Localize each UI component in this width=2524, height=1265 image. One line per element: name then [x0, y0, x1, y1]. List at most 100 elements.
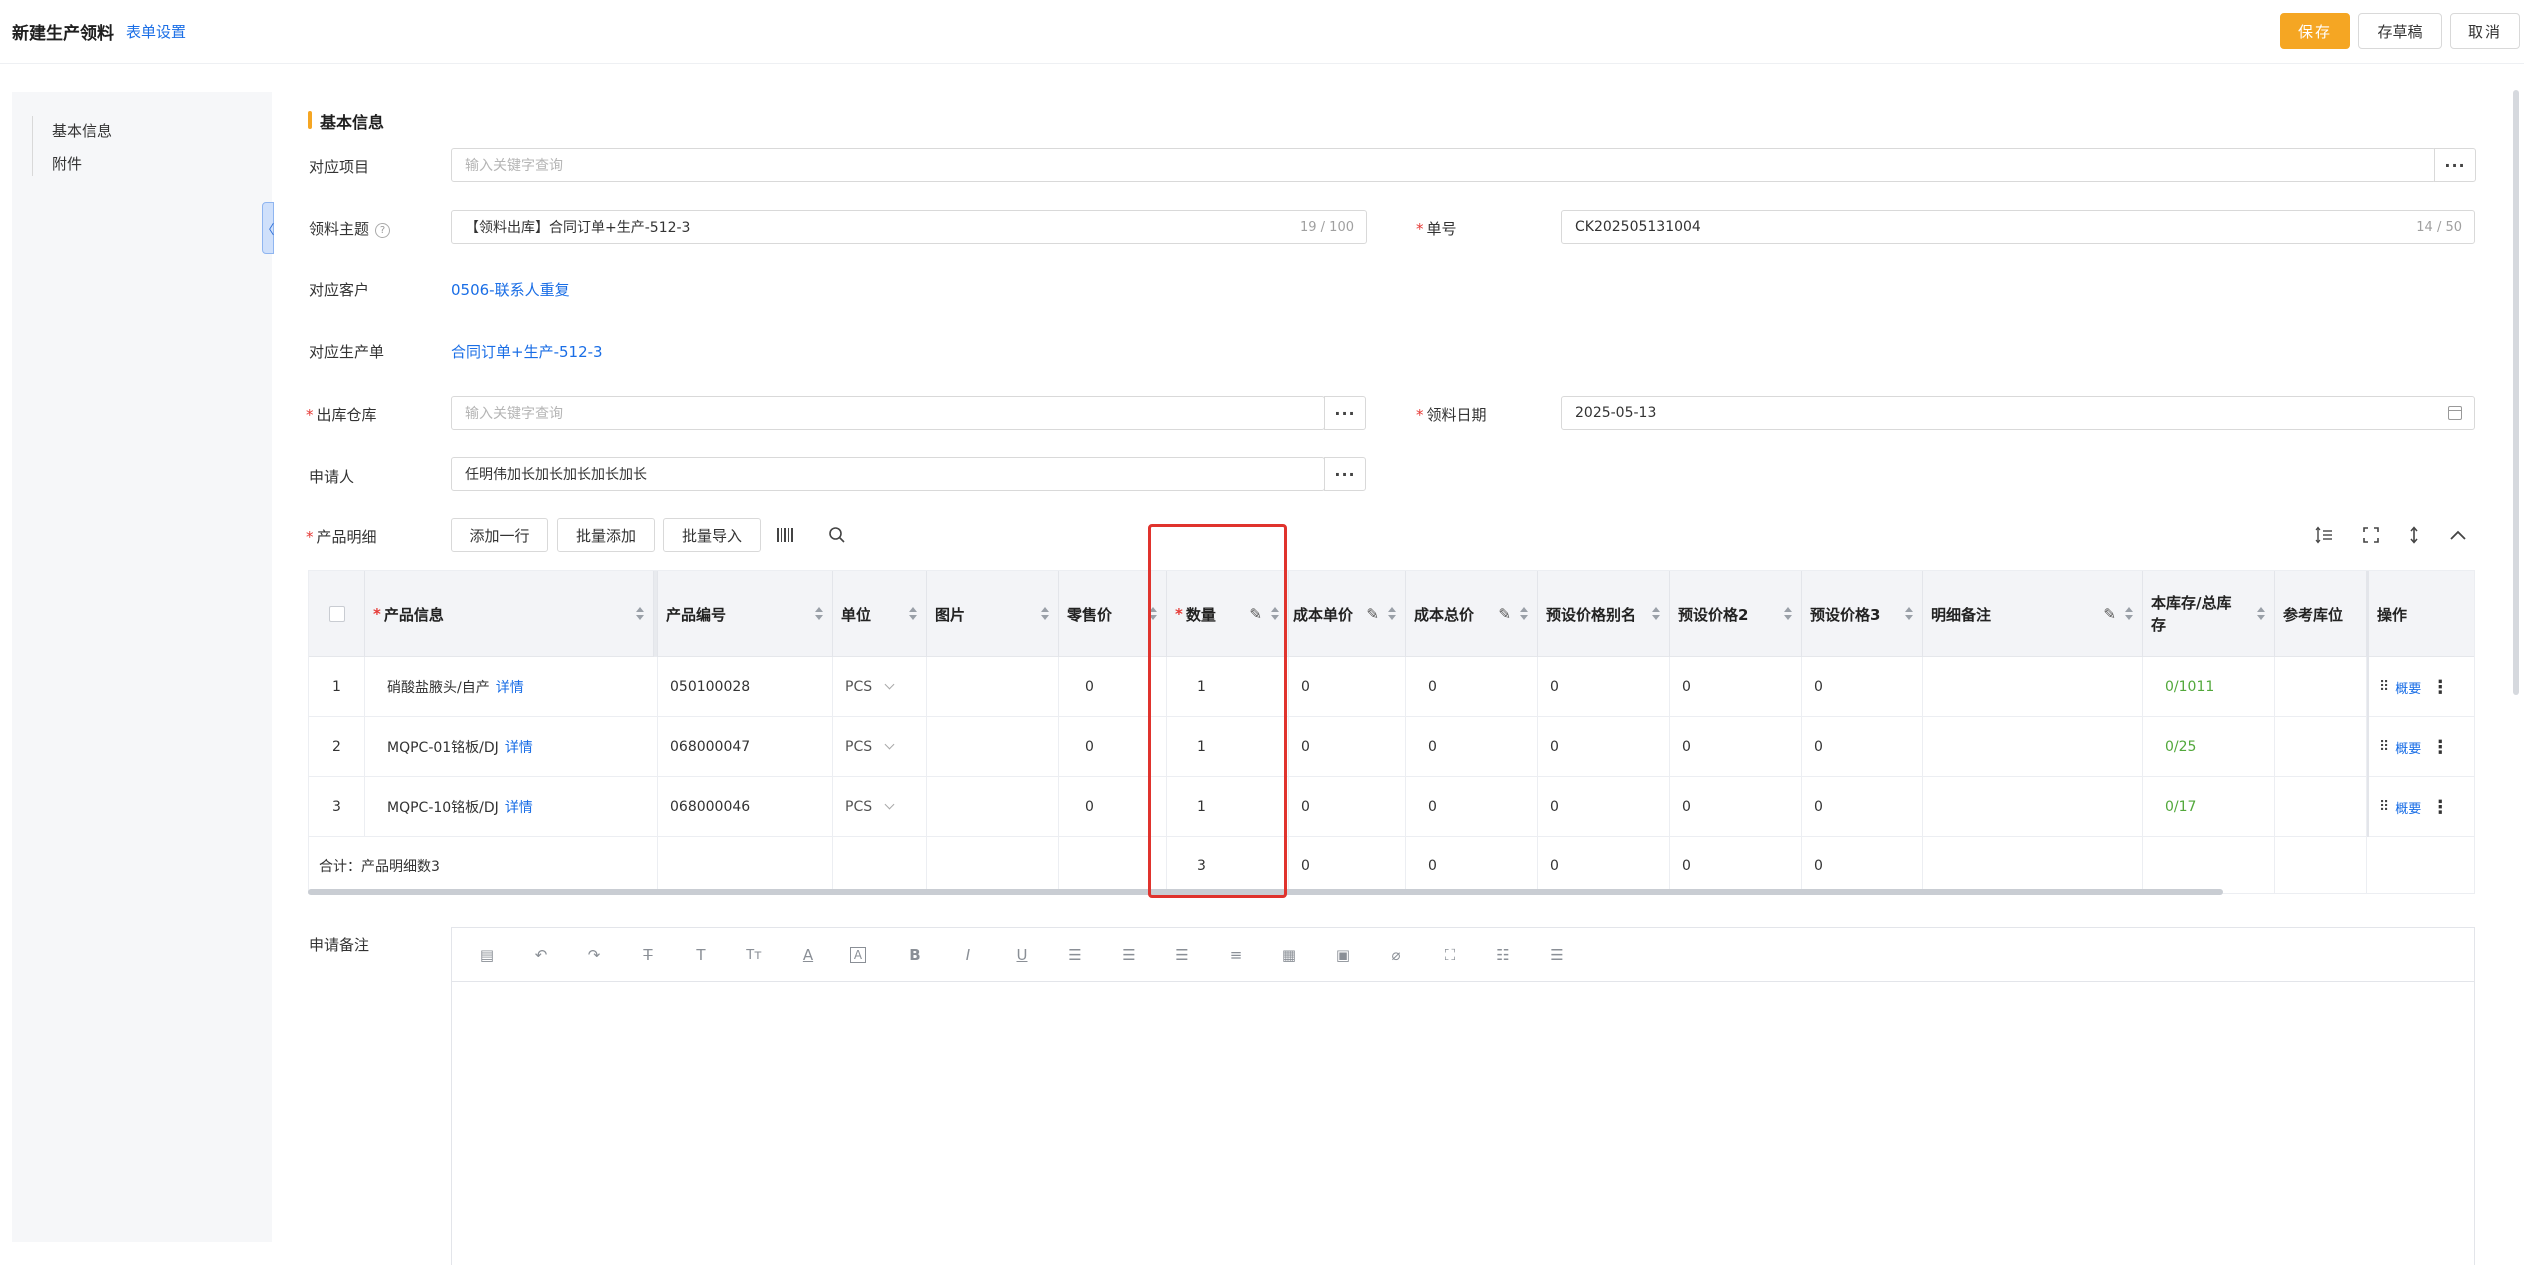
warehouse-input[interactable]: 输入关键字查询 [451, 396, 1325, 430]
col-unit-cost[interactable]: 成本单价 ✎ [1289, 571, 1406, 657]
more-vertical-icon[interactable]: ⋮ [2431, 677, 2449, 698]
col-unit[interactable]: 单位 [833, 571, 927, 657]
quantity-cell[interactable]: 1 [1167, 777, 1289, 837]
unit-value[interactable]: PCS [845, 739, 895, 755]
ref-location-cell[interactable] [2275, 657, 2367, 717]
sort-icon[interactable] [635, 607, 645, 621]
chevron-down-icon[interactable] [884, 739, 895, 750]
more-vertical-icon[interactable]: ⋮ [2431, 797, 2449, 818]
ordered-list-icon[interactable]: ☷ [1492, 944, 1514, 966]
col-total-cost[interactable]: 成本总价 ✎ [1406, 571, 1538, 657]
font-family-icon[interactable]: T [690, 944, 712, 966]
project-more-button[interactable]: ··· [2434, 148, 2476, 182]
col-line-remark[interactable]: 明细备注 ✎ [1923, 571, 2143, 657]
row-height-icon[interactable] [2313, 524, 2335, 546]
edit-icon[interactable]: ✎ [1249, 605, 1262, 623]
subject-input[interactable]: 【领料出库】合同订单+生产-512-3 19 / 100 [451, 210, 1367, 244]
edit-icon[interactable]: ✎ [2103, 605, 2116, 623]
edit-icon[interactable]: ✎ [1366, 605, 1379, 623]
col-preset-alias[interactable]: 预设价格别名 [1538, 571, 1670, 657]
expand-vertical-icon[interactable] [2403, 524, 2425, 546]
batch-import-button[interactable]: 批量导入 [663, 518, 761, 552]
sort-icon[interactable] [1904, 607, 1914, 621]
product-image[interactable] [927, 777, 1059, 837]
warehouse-more-button[interactable]: ··· [1324, 396, 1366, 430]
fullscreen-icon[interactable]: ⛶ [1439, 944, 1461, 966]
product-detail-link[interactable]: 详情 [505, 737, 533, 757]
drag-handle-icon[interactable]: ⠿ [2379, 679, 2389, 695]
col-quantity[interactable]: * 数量 ✎ [1167, 571, 1289, 657]
help-icon[interactable]: ? [375, 223, 391, 238]
col-product-code[interactable]: 产品编号 [658, 571, 833, 657]
sort-icon[interactable] [1651, 607, 1661, 621]
unit-select[interactable]: PCS [833, 657, 927, 717]
more-vertical-icon[interactable]: ⋮ [2431, 737, 2449, 758]
product-detail-link[interactable]: 详情 [496, 677, 524, 697]
unit-cost-cell[interactable]: 0 [1289, 657, 1406, 717]
unordered-list-icon[interactable]: ☰ [1546, 944, 1568, 966]
collapse-sidebar-button[interactable]: 〈 [262, 202, 275, 254]
sort-icon[interactable] [2256, 607, 2266, 621]
applicant-input[interactable]: 任明伟加长加长加长加长加长 [451, 457, 1325, 491]
save-draft-button[interactable]: 存草稿 [2358, 13, 2442, 49]
unit-cost-cell[interactable]: 0 [1289, 717, 1406, 777]
calendar-icon[interactable] [2448, 406, 2462, 420]
align-right-icon[interactable]: ☰ [1171, 944, 1193, 966]
sort-icon[interactable] [1148, 607, 1158, 621]
edit-icon[interactable]: ✎ [1498, 605, 1511, 623]
sort-icon[interactable] [1783, 607, 1793, 621]
search-icon[interactable] [826, 524, 848, 546]
summary-link[interactable]: 概要 [2395, 738, 2421, 757]
undo-icon[interactable]: ↶ [530, 944, 552, 966]
line-remark-cell[interactable] [1923, 717, 2143, 777]
align-left-icon[interactable]: ☰ [1064, 944, 1086, 966]
production-order-link[interactable]: 合同订单+生产-512-3 [451, 341, 603, 362]
unit-select[interactable]: PCS [833, 777, 927, 837]
date-input[interactable]: 2025-05-13 [1561, 396, 2475, 430]
font-color-icon[interactable]: A [797, 944, 819, 966]
add-row-button[interactable]: 添加一行 [451, 518, 548, 552]
batch-add-button[interactable]: 批量添加 [557, 518, 655, 552]
sort-icon[interactable] [1270, 607, 1280, 621]
sort-icon[interactable] [1519, 607, 1529, 621]
cancel-button[interactable]: 取消 [2450, 13, 2520, 49]
underline-icon[interactable]: U [1011, 944, 1033, 966]
strikethrough-icon[interactable]: T [637, 944, 659, 966]
customer-link[interactable]: 0506-联系人重复 [451, 279, 570, 300]
line-remark-cell[interactable] [1923, 657, 2143, 717]
col-preset-price-2[interactable]: 预设价格2 [1670, 571, 1802, 657]
applicant-more-button[interactable]: ··· [1324, 457, 1366, 491]
unit-cost-cell[interactable]: 0 [1289, 777, 1406, 837]
nav-item-attachments[interactable]: 附件 [52, 153, 82, 174]
chevron-down-icon[interactable] [884, 799, 895, 810]
image-icon[interactable]: ▣ [1332, 944, 1354, 966]
line-remark-cell[interactable] [1923, 777, 2143, 837]
nav-item-basic-info[interactable]: 基本信息 [52, 120, 112, 141]
col-product-info[interactable]: * 产品信息 [365, 571, 654, 657]
ref-location-cell[interactable] [2275, 777, 2367, 837]
total-cost-cell[interactable]: 0 [1406, 717, 1538, 777]
drag-handle-icon[interactable]: ⠿ [2379, 739, 2389, 755]
barcode-icon[interactable] [775, 524, 797, 546]
form-setting-link[interactable]: 表单设置 [126, 21, 186, 42]
italic-icon[interactable]: I [957, 944, 979, 966]
product-image[interactable] [927, 657, 1059, 717]
project-input[interactable]: 输入关键字查询 [451, 148, 2436, 182]
remark-editor[interactable]: ▤ ↶ ↷ T T Tт A A B I U ☰ ☰ ☰ ≡ ▦ ▣ ⌀ ⛶ ☷… [451, 927, 2475, 1265]
col-retail-price[interactable]: 零售价 [1059, 571, 1167, 657]
product-image[interactable] [927, 717, 1059, 777]
col-image[interactable]: 图片 [927, 571, 1059, 657]
vertical-scrollbar[interactable] [2513, 90, 2519, 695]
drag-handle-icon[interactable]: ⠿ [2379, 799, 2389, 815]
fullscreen-icon[interactable] [2360, 524, 2382, 546]
unit-select[interactable]: PCS [833, 717, 927, 777]
sort-icon[interactable] [1387, 607, 1397, 621]
sort-icon[interactable] [1040, 607, 1050, 621]
ref-location-cell[interactable] [2275, 717, 2367, 777]
attachment-icon[interactable]: ⌀ [1385, 944, 1407, 966]
summary-link[interactable]: 概要 [2395, 798, 2421, 817]
unit-value[interactable]: PCS [845, 799, 895, 815]
horizontal-scrollbar[interactable] [308, 889, 2223, 895]
order-no-input[interactable]: CK202505131004 14 / 50 [1561, 210, 2475, 244]
col-ref-location[interactable]: 参考库位 [2275, 571, 2367, 657]
